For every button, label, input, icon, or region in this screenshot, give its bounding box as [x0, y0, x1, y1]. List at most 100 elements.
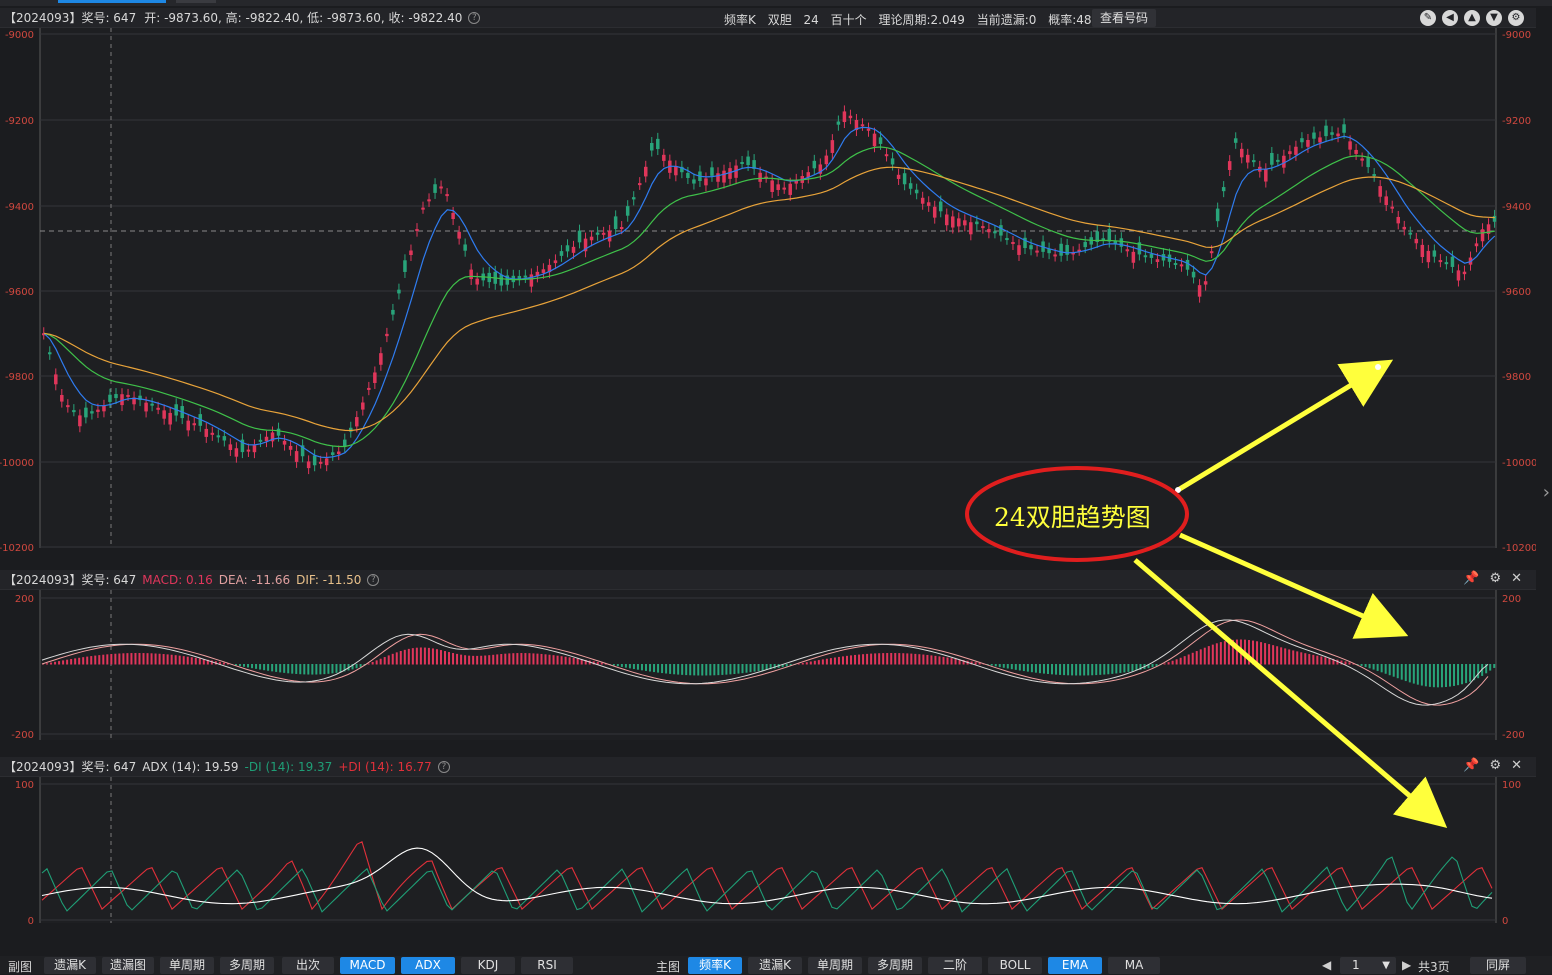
macd-bar: [106, 654, 109, 665]
main-btn-multi-period[interactable]: 多周期: [868, 957, 922, 974]
close-icon[interactable]: ✕: [1511, 758, 1522, 773]
macd-bar: [427, 647, 430, 665]
sub-btn-multi-period[interactable]: 多周期: [220, 957, 274, 974]
macd-bar: [496, 654, 499, 665]
macd-bar: [705, 664, 708, 676]
macd-bar: [431, 648, 434, 665]
main-btn-ema[interactable]: EMA: [1048, 957, 1102, 974]
macd-bar: [761, 664, 764, 671]
macd-chart[interactable]: 200 200 -200 -200: [0, 590, 1536, 748]
macd-bar: [315, 664, 318, 675]
chevron-down-icon[interactable]: ▼: [1382, 957, 1390, 974]
main-btn-single-period[interactable]: 单周期: [808, 957, 862, 974]
adx-chart[interactable]: 100 100 0 0: [0, 777, 1536, 949]
macd-bar: [745, 664, 748, 673]
macd-bar: [520, 653, 523, 665]
sync-screen-button[interactable]: 同屏: [1470, 957, 1526, 974]
macd-bar: [1239, 639, 1242, 665]
macd-bar: [1103, 664, 1106, 675]
down-icon[interactable]: ▼: [1486, 10, 1502, 26]
main-btn-freq-k[interactable]: 频率K: [688, 957, 742, 974]
macd-bar: [319, 664, 322, 675]
y-tick-label-left: -10000: [0, 458, 34, 469]
settings-icon[interactable]: ⚙: [1489, 758, 1501, 773]
macd-bar: [1461, 664, 1464, 685]
macd-bar: [142, 653, 145, 665]
macd-bar: [894, 653, 897, 665]
macd-bar: [636, 664, 639, 670]
sub-btn-kdj[interactable]: KDJ: [461, 957, 515, 974]
plot-area: [40, 28, 1496, 548]
pin-icon[interactable]: 📌: [1463, 758, 1479, 773]
help-icon[interactable]: ?: [468, 11, 481, 24]
y-tick-label-left: -9800: [5, 372, 34, 383]
macd-bar: [1444, 664, 1447, 688]
next-page-icon[interactable]: ▶: [1402, 958, 1411, 972]
pin-icon[interactable]: 📌: [1463, 571, 1479, 586]
main-title: 【2024093】奖号: 647: [4, 11, 137, 25]
sub-btn-miss-k[interactable]: 遗漏K: [44, 957, 96, 974]
macd-bar: [942, 656, 945, 665]
macd-bar: [1320, 656, 1323, 665]
sub-btn-adx[interactable]: ADX: [401, 957, 455, 974]
settings-icon[interactable]: ⚙: [1489, 571, 1501, 586]
main-btn-ma[interactable]: MA: [1108, 957, 1160, 974]
macd-bar: [98, 655, 101, 665]
chevron-right-icon[interactable]: ›: [1543, 482, 1550, 503]
active-tab-indicator[interactable]: [58, 0, 166, 3]
macd-bar: [359, 664, 362, 667]
macd-bar: [1026, 664, 1029, 672]
sub-btn-single-period[interactable]: 单周期: [160, 957, 214, 974]
macd-bar: [1010, 664, 1013, 670]
page-select[interactable]: 1 ▼: [1340, 957, 1396, 974]
main-btn-second-order[interactable]: 二阶: [928, 957, 982, 974]
edit-icon[interactable]: ✎: [1420, 10, 1436, 26]
macd-bar: [1223, 641, 1226, 665]
page-total: 共3页: [1418, 960, 1450, 974]
macd-bar: [1424, 664, 1427, 687]
up-icon[interactable]: ▲: [1464, 10, 1480, 26]
y-tick-label-right: -9000: [1502, 30, 1531, 41]
y-tick-label-right: 200: [1502, 594, 1521, 605]
macd-bar: [886, 653, 889, 665]
macd-bar: [162, 654, 165, 665]
macd-bar: [154, 653, 157, 665]
help-icon[interactable]: ?: [437, 760, 450, 773]
macd-bar: [1095, 664, 1098, 676]
sub-btn-miss-chart[interactable]: 遗漏图: [102, 957, 154, 974]
macd-bar: [1215, 643, 1218, 665]
macd-bar: [182, 656, 185, 665]
close-icon[interactable]: ✕: [1511, 571, 1522, 586]
macd-bar: [910, 653, 913, 665]
sub-btn-rsi[interactable]: RSI: [521, 957, 573, 974]
macd-bar: [1272, 645, 1275, 665]
back-icon[interactable]: ◀: [1442, 10, 1458, 26]
macd-bar: [701, 664, 704, 676]
macd-bar: [649, 664, 652, 672]
sub-btn-count[interactable]: 出次: [282, 957, 334, 974]
macd-bar: [926, 654, 929, 665]
inactive-tab-indicator[interactable]: [176, 0, 216, 3]
view-numbers-button[interactable]: 查看号码: [1092, 9, 1157, 27]
macd-bar: [1292, 650, 1295, 665]
macd-bar: [532, 653, 535, 665]
main-kline-chart[interactable]: -9000 -9000 -9200 -9200 -9400 -9400 -9600 -9600…: [0, 28, 1536, 562]
macd-bar: [866, 653, 869, 665]
macd-bar: [862, 654, 865, 665]
macd-bar: [1432, 664, 1435, 688]
macd-bar: [1087, 664, 1090, 676]
macd-bar: [946, 657, 949, 665]
main-btn-boll[interactable]: BOLL: [988, 957, 1042, 974]
main-header-icons: ✎ ◀ ▲ ▼ ⚙: [1420, 10, 1524, 26]
macd-bar: [954, 658, 957, 665]
macd-bar: [1119, 664, 1122, 673]
main-btn-miss-k[interactable]: 遗漏K: [748, 957, 802, 974]
macd-bar: [303, 664, 306, 675]
y-tick-label-right: 100: [1502, 780, 1521, 791]
sub-btn-macd[interactable]: MACD: [340, 957, 395, 974]
help-icon[interactable]: ?: [367, 573, 380, 586]
macd-bar: [1364, 664, 1367, 668]
settings-icon[interactable]: ⚙: [1508, 10, 1524, 26]
prev-page-icon[interactable]: ◀: [1322, 958, 1331, 972]
macd-bar: [468, 655, 471, 665]
